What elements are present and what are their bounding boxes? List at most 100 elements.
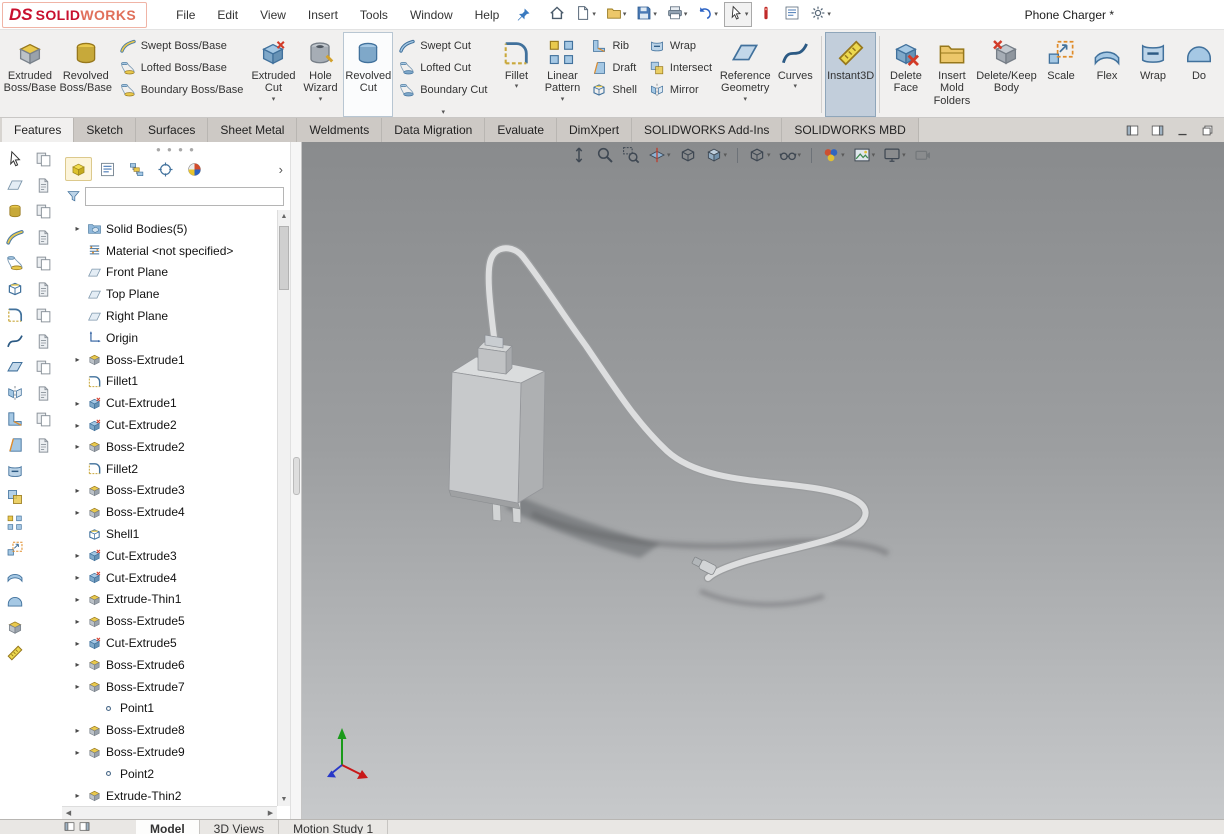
dropdown-caret-icon[interactable]: ▾ [515, 83, 519, 90]
pin-icon[interactable] [516, 7, 531, 22]
gray-doc-button[interactable] [31, 224, 57, 250]
scroll-down-arrow-icon[interactable]: ▼ [278, 793, 290, 806]
rib-button[interactable] [2, 406, 28, 432]
expand-arrow-icon[interactable]: ▸ [72, 551, 83, 560]
dropdown-caret-icon[interactable]: ▾ [872, 152, 876, 159]
delete-keep-body-button[interactable]: Delete/Keep Body [975, 32, 1038, 117]
section-view-button[interactable]: ▾ [648, 146, 671, 164]
dropdown-caret-icon[interactable]: ▾ [623, 11, 627, 18]
expand-arrow-icon[interactable]: ▸ [72, 748, 83, 757]
dropdown-caret-icon[interactable]: ▾ [745, 11, 749, 18]
charger-side-face[interactable] [518, 371, 545, 503]
glasses-button[interactable]: ▾ [779, 146, 802, 164]
hole-wizard-button[interactable]: Hole Wizard▾ [297, 32, 343, 117]
flex-button[interactable] [2, 562, 28, 588]
tree-item-cut-extrude3[interactable]: ▸Cut-Extrude3 [68, 545, 277, 567]
expand-arrow-icon[interactable]: ▸ [72, 726, 83, 735]
expand-arrow-icon[interactable]: ▸ [72, 595, 83, 604]
tree-item-boss-extrude8[interactable]: ▸Boss-Extrude8 [68, 719, 277, 741]
gray-doc-button[interactable] [31, 328, 57, 354]
expand-arrow-icon[interactable]: ▸ [72, 682, 83, 691]
scene-button[interactable]: ▾ [853, 146, 876, 164]
tab-sketch[interactable]: Sketch [74, 118, 136, 142]
boundary-boss-base-button[interactable]: Boundary Boss/Base [120, 82, 244, 98]
copy-button[interactable] [31, 250, 57, 276]
tree-item-boss-extrude2[interactable]: ▸Boss-Extrude2 [68, 436, 277, 458]
expand-arrow-icon[interactable]: ▸ [72, 355, 83, 364]
curves-button[interactable] [2, 328, 28, 354]
tab-data-migration[interactable]: Data Migration [382, 118, 485, 142]
intersect-button[interactable]: Intersect [649, 60, 712, 76]
extruded-boss-button[interactable] [2, 614, 28, 640]
scale-button[interactable] [2, 536, 28, 562]
tab-motion-study-1[interactable]: Motion Study 1 [279, 820, 388, 834]
tree-item-boss-extrude7[interactable]: ▸Boss-Extrude7 [68, 676, 277, 698]
dropdown-caret-icon[interactable]: ▾ [561, 96, 565, 103]
tree-item-front-plane[interactable]: Front Plane [68, 262, 277, 284]
linear-pattern-button[interactable] [2, 510, 28, 536]
tree-item-extrude-thin1[interactable]: ▸Extrude-Thin1 [68, 589, 277, 611]
menu-file[interactable]: File [165, 2, 206, 28]
tree-item-shell1[interactable]: Shell1 [68, 523, 277, 545]
scale-button[interactable]: Scale [1038, 32, 1084, 117]
flex-button[interactable]: Flex [1084, 32, 1130, 117]
tab-solidworks-mbd[interactable]: SOLIDWORKS MBD [782, 118, 918, 142]
wrap-button[interactable]: Wrap [649, 38, 712, 54]
zoom-fit-button[interactable] [596, 146, 614, 164]
do-button[interactable]: Do [1176, 32, 1222, 117]
expand-arrow-icon[interactable]: ▸ [72, 421, 83, 430]
tree-item-boss-extrude9[interactable]: ▸Boss-Extrude9 [68, 741, 277, 763]
phone-charger-model[interactable] [449, 342, 545, 523]
tree-item-fillet2[interactable]: Fillet2 [68, 458, 277, 480]
appearance-balls-button[interactable]: ▾ [822, 146, 845, 164]
tab-dimxpert[interactable]: DimXpert [557, 118, 632, 142]
intersect-button[interactable] [2, 484, 28, 510]
expand-arrow-icon[interactable]: ▸ [72, 442, 83, 451]
model-canvas[interactable] [302, 142, 1224, 819]
expand-arrow-icon[interactable]: ▸ [72, 639, 83, 648]
tree-vertical-scrollbar[interactable]: ▲ ▼ [277, 210, 290, 806]
tree-item-material-not-specified[interactable]: Material <not specified> [68, 240, 277, 262]
plane-button[interactable] [2, 172, 28, 198]
mirror-button[interactable] [2, 380, 28, 406]
gray-doc-button[interactable] [31, 172, 57, 198]
undo-button[interactable]: ▾ [693, 2, 722, 27]
draft-button[interactable] [2, 432, 28, 458]
copy-button[interactable] [31, 302, 57, 328]
camera-button[interactable] [914, 146, 932, 164]
tree-horizontal-scrollbar[interactable]: ◀ ▶ [62, 806, 277, 819]
scroll-left-arrow-icon[interactable]: ◀ [62, 809, 75, 817]
expand-arrow-icon[interactable]: ▸ [72, 508, 83, 517]
tree-item-boss-extrude1[interactable]: ▸Boss-Extrude1 [68, 349, 277, 371]
dropdown-caret-icon[interactable]: ▾ [319, 96, 323, 103]
propertymanager-tab[interactable] [94, 157, 121, 181]
dropdown-caret-icon[interactable]: ▾ [714, 11, 718, 18]
dropdown-caret-icon[interactable]: ▾ [794, 83, 798, 90]
graphics-area[interactable]: ▾▾▾▾▾▾▾ [302, 142, 1224, 819]
expand-arrow-icon[interactable]: ▸ [72, 399, 83, 408]
fillet-button[interactable] [2, 302, 28, 328]
linear-pattern-button[interactable]: Linear Pattern▾ [539, 32, 585, 117]
reference-geometry-button[interactable]: Reference Geometry▾ [718, 32, 772, 117]
dropdown-caret-icon[interactable]: ▾ [841, 152, 845, 159]
dropdown-caret-icon[interactable]: ▾ [827, 11, 831, 18]
revolved-boss-button[interactable] [2, 198, 28, 224]
extruded-cut-button[interactable]: Extruded Cut▾ [249, 32, 297, 117]
lofted-boss-button[interactable] [2, 250, 28, 276]
instant3d-button[interactable]: Instant3D [825, 32, 876, 117]
tree-item-right-plane[interactable]: Right Plane [68, 305, 277, 327]
tree-item-solid-bodies-5[interactable]: ▸Solid Bodies(5) [68, 218, 277, 240]
gray-doc-button[interactable] [31, 276, 57, 302]
scroll-right-arrow-icon[interactable]: ▶ [264, 809, 277, 817]
dropdown-caret-icon[interactable]: ▾ [724, 152, 728, 159]
dropdown-caret-icon[interactable]: ▾ [798, 152, 802, 159]
rib-button[interactable]: Rib [591, 38, 636, 54]
shell-button[interactable] [2, 276, 28, 302]
dropdown-caret-icon[interactable]: ▾ [684, 11, 688, 18]
dome-button[interactable] [2, 588, 28, 614]
menu-view[interactable]: View [249, 2, 297, 28]
task-pane-button[interactable] [780, 2, 804, 27]
new-doc-button[interactable]: ▾ [571, 2, 600, 27]
tree-item-top-plane[interactable]: Top Plane [68, 283, 277, 305]
featuremanager-part-tab[interactable] [65, 157, 92, 181]
